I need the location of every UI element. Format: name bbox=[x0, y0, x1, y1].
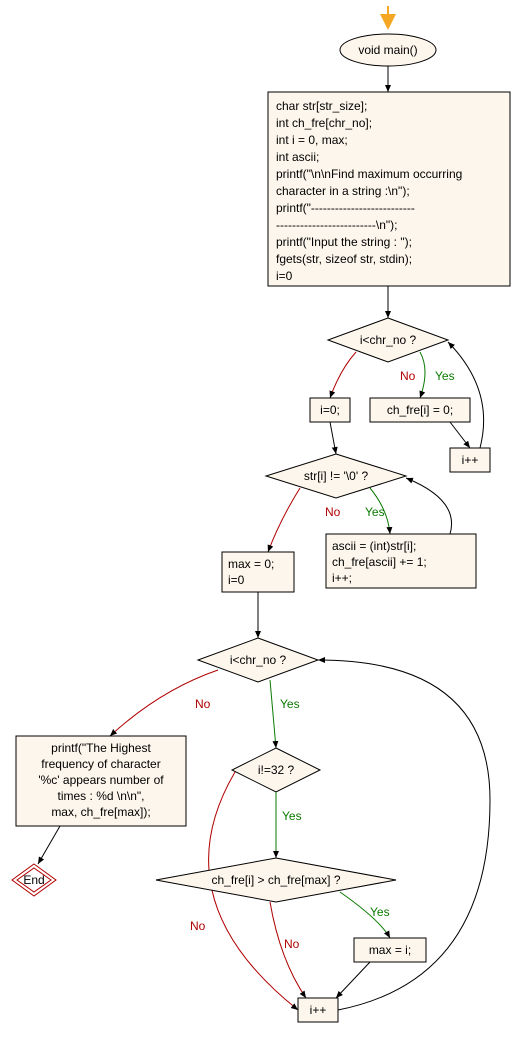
ascii-line-2: i++; bbox=[332, 571, 352, 585]
cond2-label: str[i] != '\0' ? bbox=[304, 469, 369, 483]
cond5-label: ch_fre[i] > ch_fre[max] ? bbox=[211, 873, 340, 887]
edge-ipp1-cond1 bbox=[448, 342, 484, 448]
cond1-yes-label: Yes bbox=[435, 369, 455, 383]
maxi-label: max = i; bbox=[369, 943, 411, 957]
decl-line-9: fgets(str, sizeof str, stdin); bbox=[276, 252, 412, 266]
cond1-label: i<chr_no ? bbox=[360, 333, 417, 347]
i0a-label: i=0; bbox=[320, 403, 340, 417]
edge-cond2-no bbox=[268, 488, 300, 552]
cond5-yes-label: Yes bbox=[370, 905, 390, 919]
cond4-no-label: No bbox=[190, 919, 206, 933]
decl-line-2: int i = 0, max; bbox=[276, 133, 348, 147]
cond3-yes-label: Yes bbox=[280, 697, 300, 711]
ascii-line-1: ch_fre[ascii] += 1; bbox=[332, 555, 427, 569]
edge-cond3-yes bbox=[270, 680, 276, 748]
cond2-yes-label: Yes bbox=[365, 505, 385, 519]
cond5-no-label: No bbox=[284, 937, 300, 951]
printf2-line-2: '%c' appears number of bbox=[38, 773, 164, 787]
decl-line-7: -------------------------\n"); bbox=[276, 218, 398, 232]
edge-cond1-no bbox=[330, 352, 356, 398]
decl-line-6: printf("-------------------------- bbox=[276, 201, 415, 215]
decl-line-0: char str[str_size]; bbox=[276, 99, 367, 113]
ascii-line-0: ascii = (int)str[i]; bbox=[332, 539, 416, 553]
edge-ascii-cond2 bbox=[406, 478, 452, 534]
ipp2-label: i++ bbox=[310, 1003, 327, 1017]
cond2-no-label: No bbox=[325, 505, 341, 519]
node-end: End bbox=[12, 864, 56, 896]
printf2-line-4: max, ch_fre[max]); bbox=[51, 805, 150, 819]
edge-maxi-ipp2 bbox=[336, 962, 370, 998]
cond3-label: i<chr_no ? bbox=[230, 653, 287, 667]
decl-line-8: printf("Input the string : "); bbox=[276, 235, 412, 249]
flowchart-canvas: void main() char str[str_size]; int ch_f… bbox=[0, 0, 529, 1049]
decl-line-10: i=0 bbox=[276, 269, 293, 283]
cond4-label: i!=32 ? bbox=[258, 763, 295, 777]
ipp1-label: i++ bbox=[462, 453, 479, 467]
decl-line-4: printf("\n\nFind maximum occurring bbox=[276, 167, 462, 181]
end-label: End bbox=[23, 873, 44, 887]
cond3-no-label: No bbox=[195, 697, 211, 711]
decl-line-3: int ascii; bbox=[276, 150, 319, 164]
max0-line-0: max = 0; bbox=[228, 557, 274, 571]
chfre0-label: ch_fre[i] = 0; bbox=[387, 403, 453, 417]
edge-i0a-cond2 bbox=[330, 422, 336, 454]
edge-printf2-end bbox=[38, 826, 60, 864]
printf2-line-3: times : %d \n\n", bbox=[58, 789, 145, 803]
edge-chfre0-ipp1 bbox=[450, 422, 470, 448]
printf2-line-1: frequency of character bbox=[41, 757, 160, 771]
edge-cond1-yes bbox=[420, 352, 425, 398]
max0-line-1: i=0 bbox=[228, 573, 245, 587]
printf2-line-0: printf("The Highest bbox=[51, 741, 151, 755]
decl-line-5: character in a string :\n"); bbox=[276, 184, 410, 198]
decl-line-1: int ch_fre[chr_no]; bbox=[276, 116, 372, 130]
cond4-yes-label: Yes bbox=[282, 809, 302, 823]
node-main-label: void main() bbox=[358, 43, 417, 57]
cond1-no-label: No bbox=[400, 369, 416, 383]
